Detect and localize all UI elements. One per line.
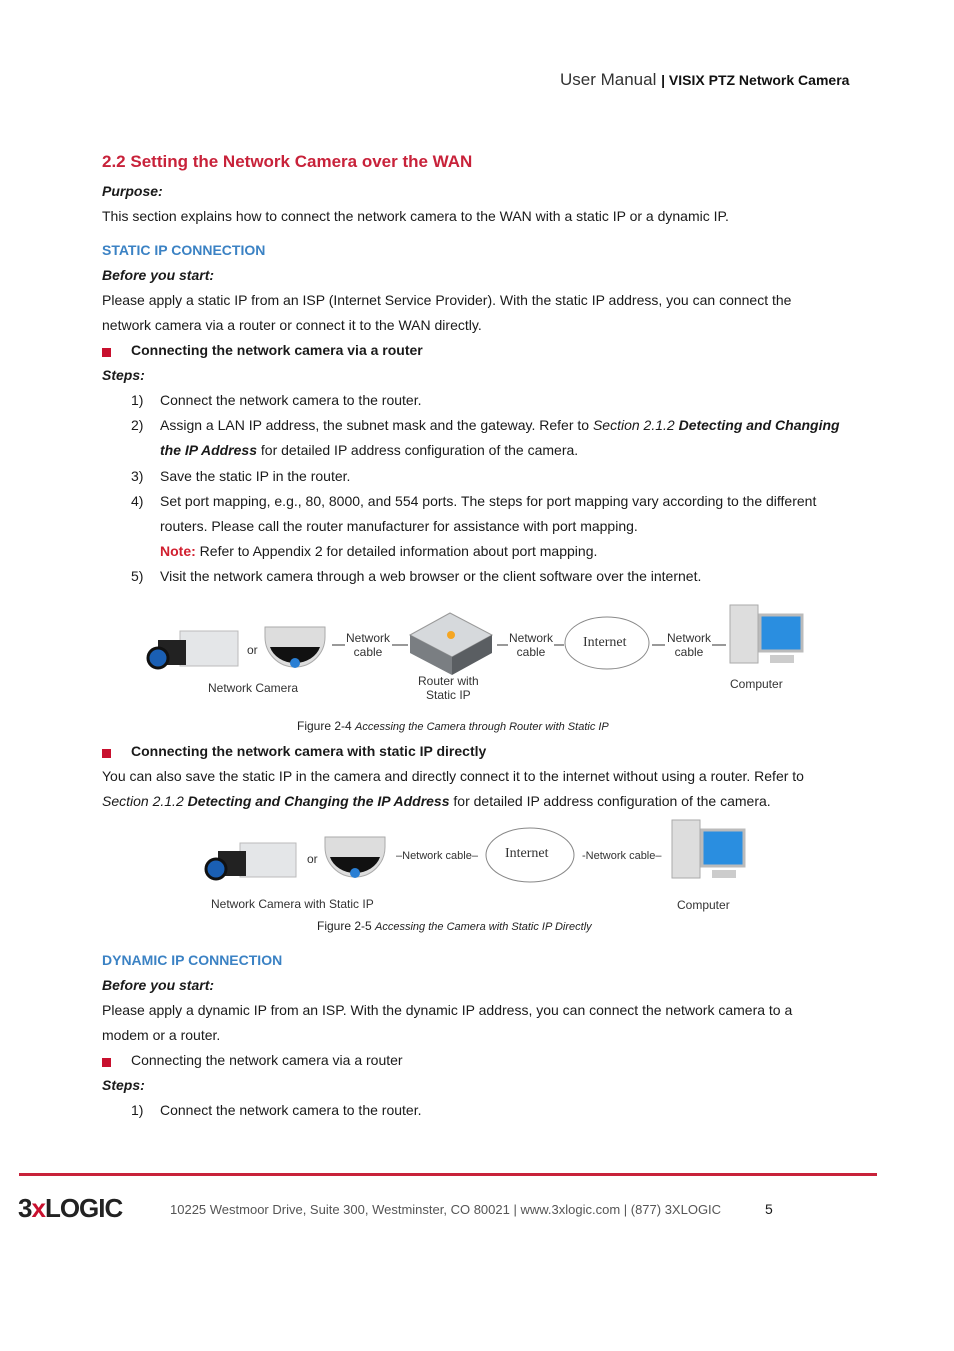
step-text: routers. Please call the router manufact…	[160, 518, 638, 534]
internet-label: Internet	[505, 846, 549, 861]
computer-icon	[729, 604, 804, 664]
cable-label: -Network cable–	[582, 850, 662, 862]
cable-label: Network cable	[509, 631, 554, 659]
bullet-item: Connecting the network camera via a rout…	[131, 1052, 403, 1068]
before-text: network camera via a router or connect i…	[102, 317, 482, 333]
purpose-label: Purpose:	[102, 183, 163, 199]
dome-camera-icon	[324, 836, 386, 878]
page-number: 5	[765, 1201, 773, 1217]
internet-label: Internet	[583, 635, 627, 650]
camera-label: Network Camera with Static IP	[211, 897, 374, 911]
router-icon	[408, 612, 494, 675]
box-camera-icon	[146, 630, 239, 670]
steps-label: Steps:	[102, 1077, 145, 1093]
bullet-item: Connecting the network camera with stati…	[131, 743, 487, 759]
bullet-icon	[102, 1058, 111, 1067]
or-label: or	[247, 643, 258, 657]
static-ip-heading: STATIC IP CONNECTION	[102, 242, 266, 258]
step-text: Connect the network camera to the router…	[160, 392, 422, 408]
document-page: User Manual | VISIX PTZ Network Camera 2…	[0, 0, 954, 1351]
figure-caption: Figure 2-4 Accessing the Camera through …	[297, 719, 609, 733]
bullet-icon	[102, 348, 111, 357]
direct-text: Section 2.1.2 Detecting and Changing the…	[102, 793, 771, 809]
step-number: 1)	[131, 1102, 144, 1118]
purpose-text: This section explains how to connect the…	[102, 208, 729, 224]
step-text: Visit the network camera through a web b…	[160, 568, 702, 584]
bullet-icon	[102, 749, 111, 758]
step-text: Set port mapping, e.g., 80, 8000, and 55…	[160, 493, 817, 509]
step-text: Assign a LAN IP address, the subnet mask…	[160, 417, 840, 433]
step-text: Save the static IP in the router.	[160, 468, 351, 484]
before-text: Please apply a static IP from an ISP (In…	[102, 292, 792, 308]
footer-address: 10225 Westmoor Drive, Suite 300, Westmin…	[170, 1202, 722, 1217]
box-camera-icon	[204, 842, 297, 881]
dome-camera-icon	[264, 626, 326, 668]
computer-label: Computer	[730, 677, 783, 691]
computer-icon	[671, 819, 746, 879]
step-number: 1)	[131, 392, 144, 408]
step-number: 5)	[131, 568, 144, 584]
cable-label: –Network cable–	[396, 850, 478, 862]
dynamic-ip-heading: DYNAMIC IP CONNECTION	[102, 952, 283, 968]
footer-rule	[19, 1173, 877, 1176]
figure-caption: Figure 2-5 Accessing the Camera with Sta…	[317, 919, 592, 933]
direct-text: You can also save the static IP in the c…	[102, 768, 804, 784]
dynamic-text: Please apply a dynamic IP from an ISP. W…	[102, 1002, 793, 1018]
dynamic-text: modem or a router.	[102, 1027, 221, 1043]
before-label: Before you start:	[102, 267, 215, 283]
step-text: the IP Address for detailed IP address c…	[160, 442, 579, 458]
step-number: 3)	[131, 468, 144, 484]
figure-2-5-diagram	[204, 819, 746, 883]
section-title: Setting the Network Camera over the WAN	[130, 152, 473, 171]
step-text: Connect the network camera to the router…	[160, 1102, 422, 1118]
computer-label: Computer	[677, 898, 730, 912]
cable-label: Network cable	[346, 631, 391, 659]
note: Note: Refer to Appendix 2 for detailed i…	[160, 543, 598, 559]
manual-title: User Manual	[560, 70, 657, 89]
step-number: 2)	[131, 417, 144, 433]
step-number: 4)	[131, 493, 144, 509]
section-number: 2.2	[102, 152, 126, 171]
product-name: VISIX PTZ Network Camera	[668, 72, 850, 88]
bullet-item: Connecting the network camera via a rout…	[131, 342, 423, 358]
steps-label: Steps:	[102, 367, 145, 383]
cable-label: Network cable	[667, 631, 712, 659]
3xlogic-logo: 3xLOGIC	[18, 1193, 123, 1223]
before-label: Before you start:	[102, 977, 215, 993]
section-heading: 2.2 Setting the Network Camera over the …	[102, 152, 472, 172]
router-label: Router with Static IP	[418, 674, 479, 702]
or-label: or	[307, 852, 318, 866]
camera-label: Network Camera	[208, 681, 299, 695]
page-header: User Manual | VISIX PTZ Network Camera	[560, 70, 850, 89]
